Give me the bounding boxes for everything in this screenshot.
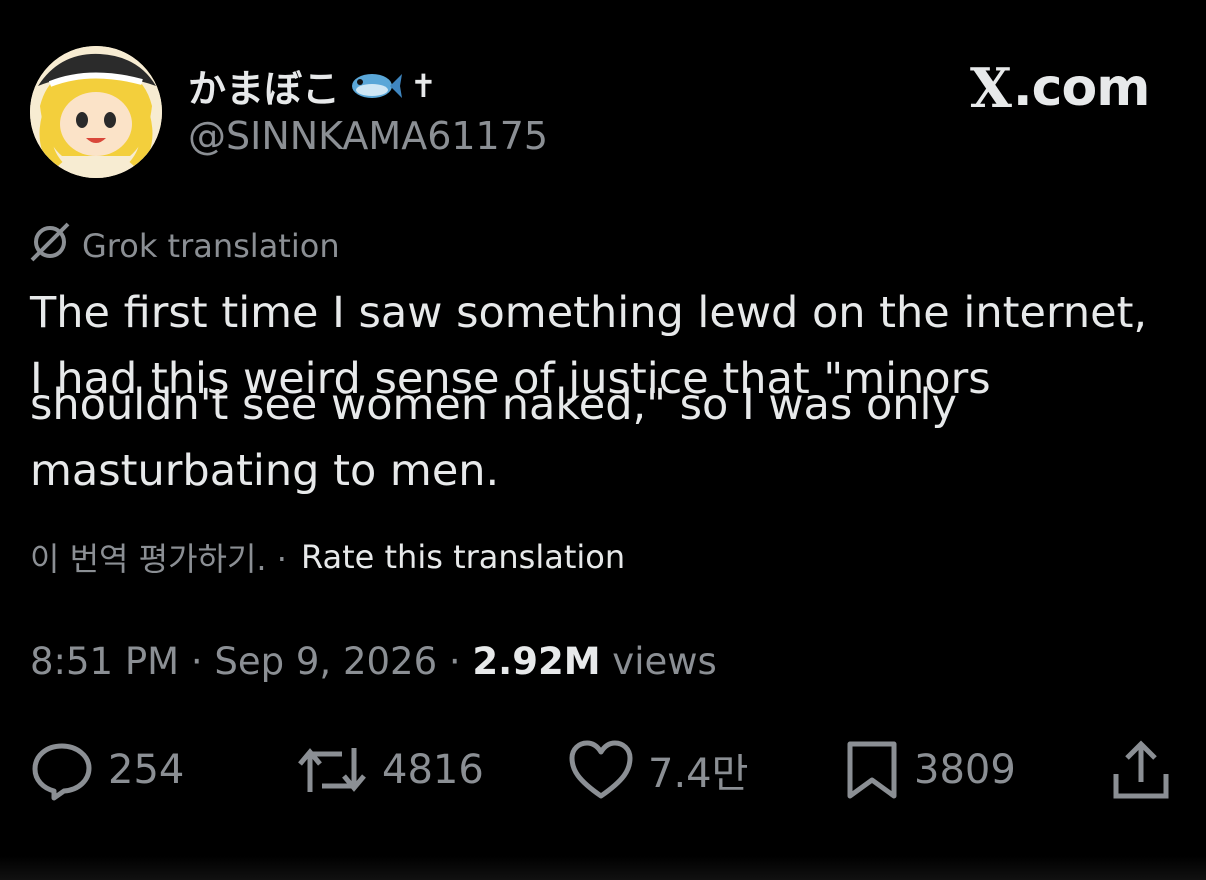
grok-translation-label: Grok translation xyxy=(28,222,340,270)
meta-separator: · xyxy=(190,640,203,683)
cross-icon: ✝ xyxy=(410,66,437,105)
bookmark-icon xyxy=(847,741,897,799)
views-count[interactable]: 2.92M xyxy=(472,640,600,683)
action-bar: 254 4816 7.4만 3809 xyxy=(0,738,1206,802)
brand-logo: X .com xyxy=(970,56,1150,120)
rate-translation-link[interactable]: Rate this translation xyxy=(301,538,625,576)
fish-icon xyxy=(348,68,403,104)
bookmark-count: 3809 xyxy=(914,747,1016,793)
display-name[interactable]: かまぼこ ✝ xyxy=(188,58,437,113)
meta-separator: · xyxy=(448,640,461,683)
bookmark-button[interactable]: 3809 xyxy=(844,738,1016,802)
heart-icon xyxy=(569,740,633,799)
rate-translation: 이 번역 평가하기. · Rate this translation xyxy=(30,534,625,580)
reply-button[interactable]: 254 xyxy=(30,738,184,802)
tweet-time[interactable]: 8:51 PM xyxy=(30,640,179,683)
repost-count: 4816 xyxy=(382,747,484,793)
user-handle[interactable]: @SINNKAMA61175 xyxy=(188,114,548,158)
grok-label-text: Grok translation xyxy=(82,227,340,265)
share-icon xyxy=(1113,740,1169,799)
views-label: views xyxy=(612,640,717,683)
rate-prefix: 이 번역 평가하기. · xyxy=(30,540,287,578)
reply-icon xyxy=(32,743,92,801)
repost-icon xyxy=(298,748,366,792)
bottom-divider xyxy=(0,856,1206,880)
avatar[interactable] xyxy=(30,46,162,178)
tweet-text-line-4: masturbating to men. xyxy=(30,446,500,496)
grok-icon xyxy=(28,222,72,270)
display-name-text: かまぼこ xyxy=(188,67,341,111)
repost-button[interactable]: 4816 xyxy=(296,738,484,802)
share-button[interactable] xyxy=(1110,738,1172,802)
tweet-text-line-1: The first time I saw something lewd on t… xyxy=(30,288,1148,338)
x-logo-icon: X xyxy=(970,56,1012,120)
avatar-image xyxy=(30,46,162,178)
tweet-text-line-3: shouldn't see women naked," so I was onl… xyxy=(30,380,957,430)
brand-domain: .com xyxy=(1012,58,1150,118)
like-button[interactable]: 7.4만 xyxy=(568,738,748,802)
reply-count: 254 xyxy=(108,747,185,793)
tweet-date[interactable]: Sep 9, 2026 xyxy=(214,640,437,683)
like-count: 7.4만 xyxy=(648,751,749,797)
tweet-meta: 8:51 PM · Sep 9, 2026 · 2.92M views xyxy=(30,640,717,683)
